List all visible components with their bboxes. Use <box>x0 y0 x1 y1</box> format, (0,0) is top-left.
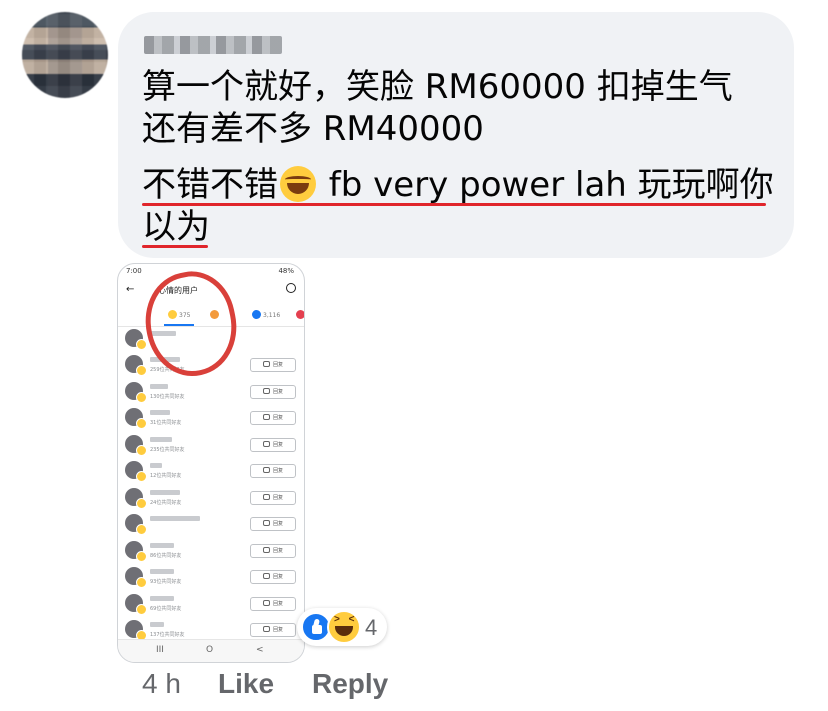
avatar <box>125 408 147 429</box>
avatar <box>125 487 147 509</box>
android-nav-bar: III O < <box>118 639 304 662</box>
table-row: 130位共同好友 回复 <box>118 379 304 405</box>
avatar <box>125 514 147 535</box>
reply-message-button: 回复 <box>250 543 296 558</box>
back-nav-icon: < <box>256 645 264 655</box>
comment-line-4: 以为 <box>142 207 210 247</box>
reply-message-button: 回复 <box>250 437 296 452</box>
tab-like-count: 3,116 <box>263 312 281 319</box>
mutual-friends-text: 12位共同好友 <box>150 473 182 479</box>
user-name-blurred <box>150 410 170 415</box>
haha-icon <box>327 610 361 644</box>
commenter-name-blurred[interactable] <box>144 36 282 54</box>
haha-icon <box>136 524 147 535</box>
like-icon <box>252 310 261 319</box>
avatar <box>125 355 147 376</box>
mutual-friends-text: 69位共同好友 <box>150 605 182 612</box>
table-row: 24位共同好友 回复 <box>118 485 304 511</box>
reply-message-button: 回复 <box>250 490 296 505</box>
comment-line-1: 算一个就好，笑脸 RM60000 扣掉生气 <box>142 67 733 107</box>
avatar <box>125 540 147 562</box>
reply-message-button: 回复 <box>250 623 296 637</box>
comment-time[interactable]: 4 h <box>142 668 181 700</box>
table-row: 回复 <box>118 511 304 537</box>
commenter-avatar[interactable] <box>22 12 108 98</box>
table-row: 12位共同好友 回复 <box>118 458 304 484</box>
reply-button[interactable]: Reply <box>312 668 388 700</box>
mutual-friends-text: 235位共同好友 <box>150 446 185 453</box>
haha-icon <box>136 444 147 456</box>
avatar <box>125 381 147 403</box>
search-icon <box>286 283 296 293</box>
avatar <box>125 329 147 350</box>
home-icon: O <box>206 645 214 655</box>
user-name-blurred <box>150 542 174 548</box>
haha-icon <box>136 418 147 429</box>
user-name-blurred <box>150 489 180 495</box>
haha-icon <box>136 365 147 376</box>
haha-icon <box>136 603 147 615</box>
reply-message-button: 回复 <box>250 411 296 425</box>
mutual-friends-text: 86位共同好友 <box>150 552 182 559</box>
haha-icon <box>136 391 147 403</box>
reply-message-button: 回复 <box>250 464 296 478</box>
status-time: 7:00 <box>126 267 142 275</box>
mutual-friends-text: 31位共同好友 <box>150 420 182 426</box>
haha-icon <box>136 577 147 588</box>
status-battery: 48% <box>278 267 294 275</box>
mutual-friends-text: 130位共同好友 <box>150 393 185 400</box>
reply-message-button: 回复 <box>250 517 296 531</box>
reply-message-button: 回复 <box>250 570 296 584</box>
mutual-friends-text: 137位共同好友 <box>150 632 185 638</box>
table-row: 69位共同好友 回复 <box>118 591 304 617</box>
haha-icon <box>136 471 147 482</box>
comment-line-3a: 不错不错 <box>142 165 278 205</box>
reply-message-button: 回复 <box>250 384 296 399</box>
recent-apps-icon: III <box>156 645 164 655</box>
user-name-blurred <box>150 463 162 468</box>
comment-line-2: 还有差不多 RM40000 <box>142 109 484 149</box>
mutual-friends-text: 24位共同好友 <box>150 499 182 506</box>
haha-icon <box>136 497 147 509</box>
tab-love <box>296 310 304 319</box>
red-underline-2 <box>142 245 208 248</box>
reaction-count: 4 <box>365 615 378 640</box>
avatar <box>125 461 147 482</box>
avatar <box>125 620 147 641</box>
joy-emoji-icon <box>280 166 316 202</box>
user-name-blurred <box>150 622 164 627</box>
red-underline-1 <box>142 203 766 206</box>
mutual-friends-text: 93位共同好友 <box>150 579 182 585</box>
love-icon <box>296 310 304 319</box>
avatar <box>125 567 147 588</box>
avatar <box>125 434 147 456</box>
like-button[interactable]: Like <box>218 668 274 700</box>
table-row: 235位共同好友 回复 <box>118 432 304 458</box>
user-name-blurred <box>150 436 172 442</box>
comment-line-3: 不错不错 fb very power lah 玩玩啊你 <box>142 164 774 206</box>
haha-icon <box>136 339 147 350</box>
back-arrow-icon: ← <box>126 284 135 295</box>
user-name-blurred <box>150 595 174 601</box>
haha-icon <box>136 550 147 562</box>
comment-line-3b: fb very power lah 玩玩啊你 <box>318 165 774 205</box>
table-row: 86位共同好友 回复 <box>118 538 304 564</box>
table-row: 93位共同好友 回复 <box>118 564 304 590</box>
tab-like: 3,116 <box>252 310 280 319</box>
reaction-summary[interactable]: 4 <box>297 608 387 646</box>
user-name-blurred <box>150 516 200 521</box>
reply-message-button: 回复 <box>250 358 296 372</box>
table-row: 31位共同好友 回复 <box>118 405 304 431</box>
reply-message-button: 回复 <box>250 596 296 611</box>
user-name-blurred <box>150 569 174 574</box>
user-name-blurred <box>150 383 168 389</box>
avatar <box>125 593 147 615</box>
